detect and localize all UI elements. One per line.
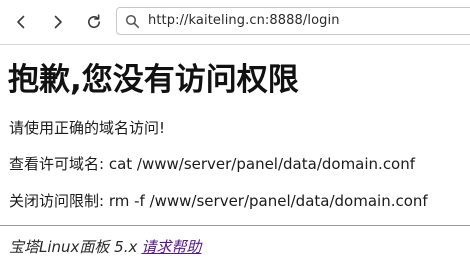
footer-product-text: 宝塔Linux面板 5.x xyxy=(9,238,138,256)
url-text: http://kaiteling.cn:8888/login xyxy=(148,13,340,28)
reload-icon xyxy=(88,14,101,29)
reload-button[interactable] xyxy=(80,8,108,36)
back-arrow-icon xyxy=(17,15,25,29)
help-link[interactable]: 请求帮助 xyxy=(141,238,201,256)
search-icon xyxy=(125,14,140,33)
divider xyxy=(0,225,470,226)
disable-restriction-command: 关闭访问限制: rm -f /www/server/panel/data/dom… xyxy=(9,192,428,210)
forward-arrow-icon xyxy=(54,15,62,29)
address-bar[interactable]: http://kaiteling.cn:8888/login xyxy=(116,7,470,35)
browser-toolbar: http://kaiteling.cn:8888/login xyxy=(0,0,470,45)
footer: 宝塔Linux面板 5.x 请求帮助 xyxy=(9,236,201,257)
forward-button[interactable] xyxy=(44,8,72,36)
back-button[interactable] xyxy=(7,8,35,36)
page-title: 抱歉,您没有访问权限 xyxy=(8,62,299,98)
instruction-text: 请使用正确的域名访问! xyxy=(9,119,166,137)
view-domain-command: 查看许可域名: cat /www/server/panel/data/domai… xyxy=(9,155,416,173)
